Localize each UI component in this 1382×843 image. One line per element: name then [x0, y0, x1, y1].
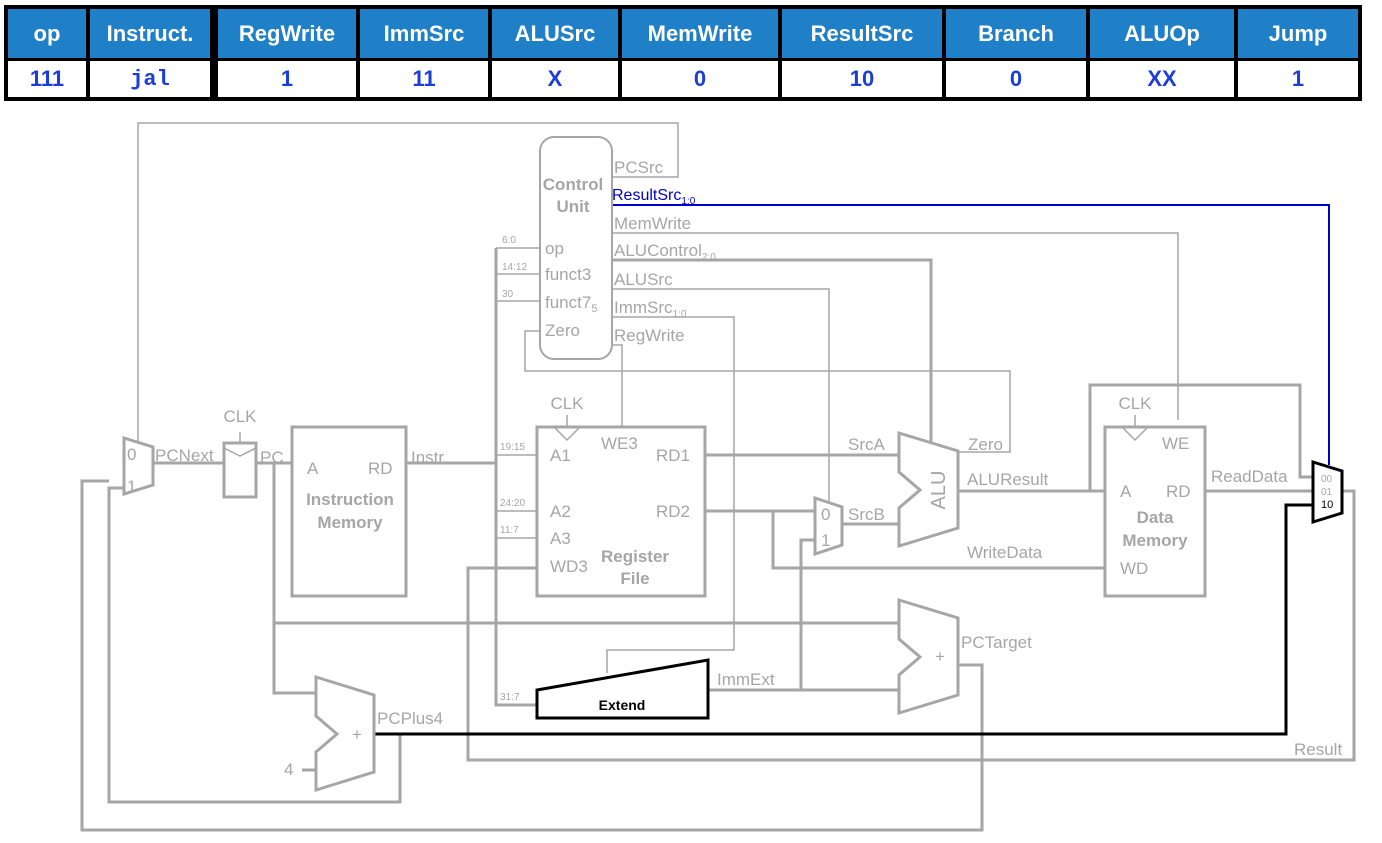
result-mux-in10: 10	[1321, 499, 1333, 511]
constant-four-label: 4	[284, 760, 293, 779]
cu-immsrc-text: ImmSrc	[614, 298, 673, 317]
field-extend: 31:7	[500, 692, 520, 703]
srcb-mux-in0: 0	[821, 505, 830, 524]
dm-wd-label: WD	[1120, 559, 1148, 578]
pc-mux-in0: 0	[127, 445, 136, 464]
dm-we-label: WE	[1162, 434, 1189, 453]
rf-wd3-label: WD3	[550, 557, 588, 576]
cu-alusrc-label: ALUSrc	[614, 270, 673, 289]
regwrite-wire	[612, 344, 623, 428]
cu-zero-label: Zero	[545, 321, 580, 340]
pctarget-adder-block	[897, 597, 960, 716]
cu-resultsrc-text: ResultSrc	[612, 187, 681, 204]
imem-a-label: A	[307, 459, 319, 478]
dm-clk-label: CLK	[1118, 394, 1152, 413]
cu-alucontrol-label: ALUControl2:0	[614, 241, 716, 263]
pc-label: PC	[260, 448, 284, 467]
bit-field-labels: 6:0 14:12 30 19:15 24:20 11:7 31:7	[500, 235, 527, 703]
rf-clk-label: CLK	[550, 394, 584, 413]
pctarget-feedback-wire	[80, 479, 984, 832]
pcplus4-adder-plus: +	[352, 725, 362, 744]
immext-wire	[708, 538, 899, 692]
aluresult-label: ALUResult	[967, 470, 1049, 489]
immext-label: ImmExt	[717, 670, 775, 689]
writedata-label: WriteData	[967, 543, 1043, 562]
cu-funct7-text: funct7	[545, 293, 591, 312]
rf-we3-label: WE3	[601, 434, 638, 453]
zero-label: Zero	[968, 435, 1003, 454]
dm-title-1: Data	[1137, 508, 1174, 527]
pctarget-adder-plus: +	[935, 647, 945, 666]
single-cycle-processor-diagram: Control Unit op funct3 funct75 Zero PCSr…	[80, 122, 1356, 832]
cu-alucontrol-sub: 2:0	[702, 252, 716, 263]
field-funct3: 14:12	[502, 262, 527, 273]
field-a2: 24:20	[500, 498, 525, 509]
alu-label: ALU	[928, 471, 950, 510]
rf-a3-label: A3	[550, 529, 571, 548]
dm-title-2: Memory	[1122, 531, 1188, 550]
dm-a-label: A	[1120, 482, 1132, 501]
cu-op-label: op	[545, 239, 564, 258]
pcnext-label: PCNext	[155, 446, 214, 465]
cu-memwrite-label: MemWrite	[614, 214, 691, 233]
rf-a2-label: A2	[550, 502, 571, 521]
cu-immsrc-sub: 1:0	[673, 309, 687, 320]
srca-label: SrcA	[848, 435, 886, 454]
pcplus4-label: PCPlus4	[377, 709, 443, 728]
instruction-memory-block	[290, 425, 408, 598]
pcplus4-adder-block	[314, 674, 376, 793]
pctarget-label: PCTarget	[961, 633, 1032, 652]
instr-bus-wire	[494, 248, 537, 707]
resultsrc-control-wire	[612, 204, 1330, 465]
extend-label: Extend	[599, 697, 646, 713]
srcb-mux-in1: 1	[821, 531, 830, 550]
pc-mux-in1: 1	[127, 477, 136, 496]
field-funct7: 30	[502, 289, 514, 300]
rf-title-1: Register	[601, 547, 669, 566]
field-a1: 19:15	[500, 442, 525, 453]
field-op: 6:0	[502, 235, 516, 246]
rf-rd2-label: RD2	[656, 502, 690, 521]
cu-alucontrol-text: ALUControl	[614, 241, 702, 260]
cu-immsrc-label: ImmSrc1:0	[614, 298, 687, 320]
field-a3: 11:7	[500, 525, 519, 536]
cu-funct7-sub: 5	[591, 303, 597, 315]
dm-rd-label: RD	[1166, 482, 1191, 501]
cu-pcsrc-label: PCSrc	[614, 158, 664, 177]
pc-clk-label: CLK	[223, 407, 257, 426]
imem-rd-label: RD	[368, 459, 393, 478]
result-mux-in00: 00	[1321, 474, 1333, 485]
rf-rd1-label: RD1	[656, 446, 690, 465]
cu-resultsrc-sub: 1:0	[681, 196, 695, 207]
result-label: Result	[1294, 740, 1342, 759]
result-mux-in01: 01	[1321, 487, 1333, 498]
rf-title-2: File	[620, 569, 649, 588]
imem-title-1: Instruction	[306, 490, 394, 509]
control-unit-title-1: Control	[543, 175, 603, 194]
rf-a1-label: A1	[550, 446, 571, 465]
instr-label: Instr	[411, 448, 444, 467]
imem-title-2: Memory	[317, 513, 383, 532]
cu-funct3-label: funct3	[545, 265, 591, 284]
readdata-label: ReadData	[1211, 467, 1288, 486]
cu-funct7-label: funct75	[545, 293, 597, 315]
srcb-label: SrcB	[848, 505, 885, 524]
control-unit-title-2: Unit	[556, 197, 589, 216]
cu-regwrite-label: RegWrite	[614, 326, 685, 345]
